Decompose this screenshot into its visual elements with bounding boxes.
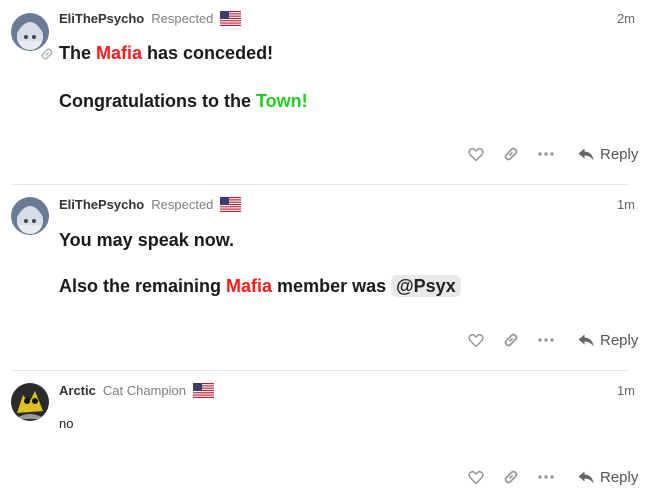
us-flag-icon	[192, 382, 214, 398]
username[interactable]: EliThePsycho	[59, 197, 144, 212]
post-age[interactable]: 2m	[617, 11, 635, 26]
reply-arrow-icon	[578, 471, 594, 483]
post-age[interactable]: 1m	[617, 197, 635, 212]
post-body-line: Congratulations to the Town!	[59, 91, 308, 111]
town-text: Town!	[256, 91, 308, 111]
user-title[interactable]: Respected	[151, 197, 213, 212]
more-icon[interactable]	[536, 330, 556, 350]
mafia-text: Mafia	[226, 276, 273, 296]
reply-label: Reply	[600, 331, 639, 349]
post-divider	[11, 184, 629, 185]
reply-button[interactable]: Reply	[578, 146, 638, 163]
avatar[interactable]	[11, 197, 49, 235]
avatar[interactable]	[11, 13, 49, 51]
share-link-icon[interactable]	[501, 330, 521, 350]
reply-button[interactable]: Reply	[578, 469, 638, 486]
post-actions: Reply	[466, 467, 638, 487]
share-link-icon[interactable]	[501, 467, 521, 487]
user-title[interactable]: Cat Champion	[103, 383, 186, 398]
us-flag-icon	[220, 196, 242, 212]
heart-icon[interactable]	[466, 144, 486, 164]
username[interactable]: EliThePsycho	[59, 11, 144, 26]
post-body-line: Also the remaining Mafia member was @Psy…	[59, 275, 461, 297]
mafia-text: Mafia	[96, 43, 143, 63]
more-icon[interactable]	[536, 144, 556, 164]
username[interactable]: Arctic	[59, 383, 96, 398]
reply-button[interactable]: Reply	[578, 332, 638, 349]
post-meta: Arctic Cat Champion	[59, 381, 214, 399]
post-body-line: The Mafia has conceded!	[59, 43, 274, 63]
user-mention[interactable]: @Psyx	[391, 275, 461, 297]
share-link-icon[interactable]	[501, 144, 521, 164]
reply-arrow-icon	[578, 148, 594, 160]
post-body-line: no	[59, 416, 74, 431]
heart-icon[interactable]	[466, 330, 486, 350]
user-title[interactable]: Respected	[151, 11, 213, 26]
reply-label: Reply	[600, 145, 639, 163]
more-icon[interactable]	[536, 467, 556, 487]
post-meta: EliThePsycho Respected	[59, 9, 242, 27]
post-divider	[11, 370, 629, 371]
reply-arrow-icon	[578, 334, 594, 346]
post-age[interactable]: 1m	[617, 383, 635, 398]
link-icon[interactable]	[40, 47, 54, 61]
post-body-line: You may speak now.	[59, 230, 235, 250]
reply-label: Reply	[600, 468, 639, 486]
post-actions: Reply	[466, 330, 638, 350]
avatar[interactable]	[11, 383, 49, 421]
post-actions: Reply	[466, 144, 638, 164]
heart-icon[interactable]	[466, 467, 486, 487]
us-flag-icon	[220, 10, 242, 26]
post-meta: EliThePsycho Respected	[59, 195, 242, 213]
